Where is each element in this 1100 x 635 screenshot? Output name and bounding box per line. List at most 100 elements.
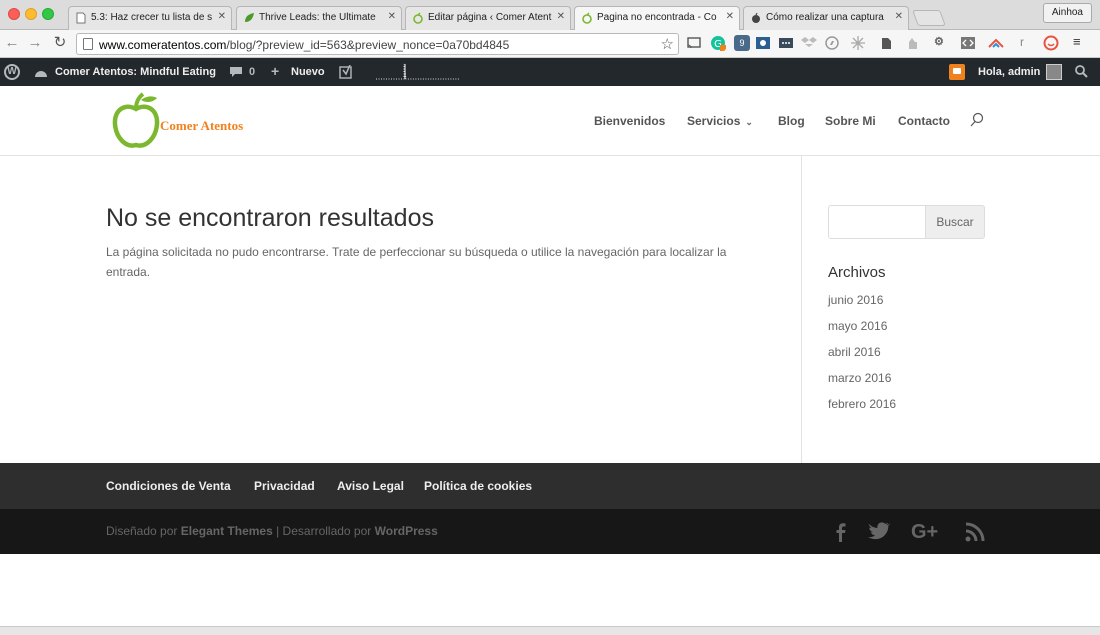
forward-icon[interactable]: → [26, 34, 44, 52]
not-found-message: La página solicitada no pudo encontrarse… [106, 245, 727, 279]
close-icon[interactable]: ✕ [218, 11, 226, 22]
archive-link[interactable]: marzo 2016 [828, 371, 891, 385]
url-text: www.comeratentos.com/blog/?preview_id=56… [99, 38, 510, 52]
credit-separator: | Desarrollado por [276, 524, 372, 538]
footer-link-privacidad[interactable]: Privacidad [254, 479, 315, 493]
search-icon[interactable] [969, 112, 985, 128]
avatar[interactable] [1046, 64, 1062, 80]
menu-icon[interactable]: ≡ [1073, 35, 1089, 51]
archive-link[interactable]: junio 2016 [828, 293, 883, 307]
archives-heading: Archivos [828, 264, 886, 281]
profile-button[interactable]: Ainhoa [1042, 3, 1092, 23]
minimize-window-button[interactable] [25, 8, 37, 20]
apple-icon [413, 12, 423, 24]
stats-sparkline[interactable] [376, 62, 460, 82]
credit-prefix: Diseñado por [106, 524, 178, 538]
mountain-icon[interactable] [988, 35, 1004, 51]
tab-title: Thrive Leads: the Ultimate [259, 12, 376, 23]
close-icon[interactable]: ✕ [895, 11, 903, 22]
grammarly-icon[interactable]: G [710, 35, 726, 51]
wordpress-icon[interactable]: W [4, 64, 20, 80]
browser-tab-3[interactable]: Editar página ‹ Comer Atent ✕ [405, 6, 571, 30]
footer-link-aviso-legal[interactable]: Aviso Legal [337, 479, 404, 493]
footer-nav: Condiciones de Venta Privacidad Aviso Le… [0, 463, 1100, 509]
nav-servicios-label: Servicios [687, 114, 741, 128]
facebook-icon[interactable] [829, 520, 853, 544]
apple-icon [582, 12, 592, 24]
screenshot-icon[interactable] [755, 35, 771, 51]
logo-text: Comer Atentos [160, 118, 244, 133]
browser-tab-5[interactable]: Cómo realizar una captura ✕ [743, 6, 909, 30]
page-icon [76, 12, 86, 24]
dashboard-icon[interactable] [34, 66, 48, 78]
credit-theme-link[interactable]: Elegant Themes [181, 524, 273, 538]
nav-blog[interactable]: Blog [778, 114, 805, 128]
footer-link-cookies[interactable]: Política de cookies [424, 479, 532, 493]
google-plus-icon[interactable]: G+ [911, 520, 947, 544]
chevron-down-icon: ⌄ [745, 117, 753, 127]
plus-icon[interactable]: + [271, 63, 279, 79]
site-header: Comer Atentos Bienvenidos Servicios ⌄ Blo… [0, 86, 1100, 156]
rss-icon[interactable] [963, 520, 987, 544]
tab-title: Cómo realizar una captura [766, 12, 884, 23]
footer-bottom: Diseñado por Elegant Themes | Desarrolla… [0, 509, 1100, 554]
sidebar-divider [801, 156, 802, 463]
dropbox-icon[interactable] [801, 35, 817, 51]
archive-link[interactable]: mayo 2016 [828, 319, 887, 333]
page-icon [83, 38, 93, 50]
new-content-link[interactable]: Nuevo [291, 66, 325, 78]
code-icon[interactable] [960, 35, 976, 51]
user-greeting[interactable]: Hola, admin [978, 66, 1040, 78]
leaf-icon [245, 13, 254, 22]
site-logo[interactable]: Comer Atentos [112, 92, 272, 150]
nav-contacto[interactable]: Contacto [898, 114, 950, 128]
snowflake-icon[interactable] [850, 35, 866, 51]
nav-sobre-mi[interactable]: Sobre Mi [825, 114, 876, 128]
reload-icon[interactable]: ↻ [51, 34, 69, 52]
extension-badge-icon[interactable]: 9 [734, 35, 750, 51]
close-window-button[interactable] [8, 8, 20, 20]
r-icon[interactable]: r [1020, 35, 1036, 51]
archive-link[interactable]: febrero 2016 [828, 397, 896, 411]
more-dots-icon[interactable] [778, 35, 794, 51]
search-icon[interactable] [1075, 65, 1088, 78]
browser-toolbar: ← → ↻ www.comeratentos.com/blog/?preview… [0, 30, 1100, 58]
evernote-icon[interactable] [878, 35, 894, 51]
search-button[interactable]: Buscar [925, 205, 985, 239]
close-icon[interactable]: ✕ [726, 11, 734, 22]
close-icon[interactable]: ✕ [557, 11, 565, 22]
nav-servicios[interactable]: Servicios ⌄ [687, 114, 753, 128]
compass-icon[interactable] [824, 35, 840, 51]
yoast-icon[interactable] [339, 65, 353, 79]
hand-icon[interactable] [905, 35, 921, 51]
twitter-icon[interactable] [868, 520, 892, 544]
browser-tab-1[interactable]: 5.3: Haz crecer tu lista de s ✕ [68, 6, 232, 30]
archive-link[interactable]: abril 2016 [828, 345, 881, 359]
new-tab-button[interactable] [912, 10, 946, 26]
tab-title: 5.3: Haz crecer tu lista de s [91, 12, 213, 23]
browser-tab-active[interactable]: Pagina no encontrada - Co ✕ [574, 6, 740, 31]
gear-icon[interactable]: ⚙ [934, 35, 950, 51]
apple-logo-icon [752, 12, 760, 23]
zoom-window-button[interactable] [42, 8, 54, 20]
browser-tab-strip: 5.3: Haz crecer tu lista de s ✕ Thrive L… [0, 0, 1100, 31]
smile-icon[interactable] [1043, 35, 1059, 51]
nav-bienvenidos[interactable]: Bienvenidos [594, 114, 665, 128]
close-icon[interactable]: ✕ [388, 11, 396, 22]
browser-tab-2[interactable]: Thrive Leads: the Ultimate ✕ [236, 6, 402, 30]
cast-icon[interactable] [686, 35, 702, 51]
tab-title: Editar página ‹ Comer Atent [428, 12, 552, 23]
address-bar[interactable]: www.comeratentos.com/blog/?preview_id=56… [76, 33, 679, 55]
browser-status-strip [0, 626, 1100, 635]
credit-cms-link[interactable]: WordPress [375, 524, 438, 538]
bookmark-star-icon[interactable]: ☆ [661, 35, 674, 53]
notification-icon[interactable] [949, 64, 965, 80]
search-input[interactable] [828, 205, 926, 239]
site-name-link[interactable]: Comer Atentos: Mindful Eating [55, 66, 216, 78]
comments-count: 0 [249, 66, 256, 78]
main-content: No se encontraron resultados La página s… [0, 156, 1100, 463]
footer-credits: Diseñado por Elegant Themes | Desarrolla… [106, 524, 438, 538]
comments-icon[interactable] [229, 66, 243, 78]
footer-link-condiciones[interactable]: Condiciones de Venta [106, 479, 231, 493]
back-icon[interactable]: ← [3, 34, 21, 52]
